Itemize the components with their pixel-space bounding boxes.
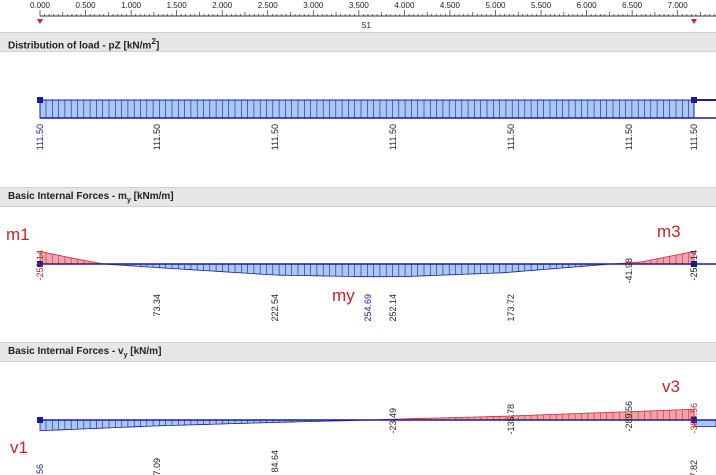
moment-value-label: 252.14 <box>388 294 398 322</box>
moment-panel-title: Basic Internal Forces - my [kNm/m] <box>8 191 174 204</box>
moment-value-label: -252.14 <box>35 250 45 281</box>
moment-value-label: 173.72 <box>506 294 516 322</box>
load-end-node-icon <box>691 97 697 103</box>
load-value-label: 111.50 <box>152 124 162 150</box>
moment-diagram: -252.14 73.34 222.54 254.69 252.14 173.72 -41.… <box>6 222 716 322</box>
v1-label: v1 <box>10 438 28 457</box>
ruler-tick-label: 5.500 <box>531 1 552 10</box>
moment-value-label: 222.54 <box>270 294 280 322</box>
ruler-tick-label: 1.500 <box>166 1 187 10</box>
moment-value-label: 73.34 <box>152 294 162 317</box>
load-value-label: 111.50 <box>388 124 398 150</box>
load-panel-header: Distribution of load - pZ [kN/m2] <box>0 32 716 52</box>
load-panel-title: Distribution of load - pZ [kN/m2] <box>8 36 160 52</box>
ruler-end-marker-icon <box>691 19 697 24</box>
load-value-label: 111.50 <box>35 124 45 150</box>
shear-value-label: -289.56 <box>624 401 634 432</box>
shear-value-label: -383.56 <box>689 403 699 434</box>
shear-value-label: 207.09 <box>152 458 162 475</box>
load-start-node-icon <box>37 97 43 103</box>
ruler: 0.000 0.500 1.000 1.500 2.000 2.500 3.000 3.500… <box>0 0 716 30</box>
ruler-tick-label: 0.500 <box>75 1 96 10</box>
ruler-tick-label: 6.000 <box>576 1 597 10</box>
load-value-label: 111.50 <box>270 124 280 150</box>
shear-value-label: -23.49 <box>388 408 398 434</box>
ruler-tick-label: 4.000 <box>394 1 415 10</box>
shear-diagram: 383.56 207.09 84.64 -23.49 -135.78 -289.56 -38… <box>10 377 716 475</box>
my-label: my <box>332 286 355 305</box>
ruler-tick-label: 1.000 <box>121 1 142 10</box>
ruler-tick-label: 2.500 <box>257 1 278 10</box>
shear-panel-header: Basic Internal Forces - vy [kN/m] <box>0 342 716 362</box>
ruler-tick-label: 0.000 <box>29 1 51 10</box>
ruler-tick-label: 6.500 <box>622 1 643 10</box>
ruler-tick-label: 3.000 <box>303 1 324 10</box>
load-value-label: 111.50 <box>624 124 634 150</box>
load-diagram: 111.50 111.50 111.50 111.50 111.50 111.50 111.… <box>35 97 716 150</box>
shear-panel-title: Basic Internal Forces - vy [kN/m] <box>8 346 162 359</box>
ruler-start-marker-icon <box>37 19 43 24</box>
shear-value-label: 84.64 <box>270 450 280 473</box>
segment-label: S1 <box>361 21 371 30</box>
moment-value-label: -252.14 <box>689 250 699 281</box>
shear-start-node-icon <box>37 417 43 423</box>
shear-negative-area <box>372 408 695 421</box>
ruler-tick-label: 5.000 <box>485 1 506 10</box>
moment-positive-area <box>103 263 612 278</box>
moment-negative-area-start <box>39 250 104 265</box>
load-value-label: 111.50 <box>689 124 699 150</box>
m1-label: m1 <box>6 225 30 244</box>
moment-value-label: -41.98 <box>624 258 634 284</box>
ruler-tick-label: 4.500 <box>439 1 460 10</box>
m3-label: m3 <box>657 222 681 241</box>
ruler-tick-label: 7.000 <box>667 1 688 10</box>
moment-panel-header: Basic Internal Forces - my [kNm/m] <box>0 187 716 207</box>
ruler-tick-label: 3.500 <box>348 1 369 10</box>
shear-value-label: 237.82 <box>689 460 699 475</box>
shear-value-label: -135.78 <box>506 404 516 435</box>
moment-value-label: 254.69 <box>363 294 373 322</box>
shear-value-label: 383.56 <box>35 464 45 475</box>
load-value-label: 111.50 <box>506 124 516 150</box>
ruler-tick-label: 2.000 <box>212 1 233 10</box>
v3-label: v3 <box>662 377 680 396</box>
